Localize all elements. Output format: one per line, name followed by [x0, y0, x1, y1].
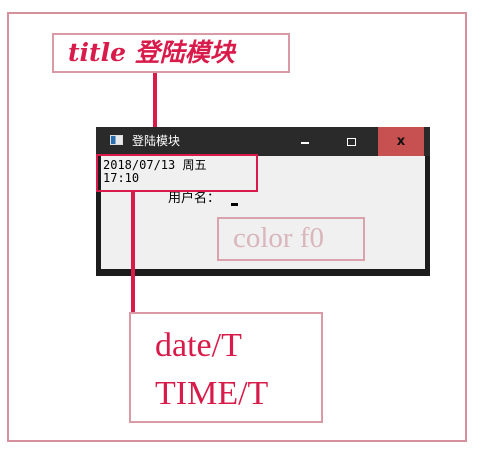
- title-connector: [153, 73, 157, 135]
- datetime-annotation-line1: date/T: [155, 327, 242, 364]
- datetime-highlight: [96, 154, 258, 192]
- minimize-button[interactable]: [282, 127, 328, 156]
- maximize-button[interactable]: [328, 127, 374, 156]
- app-icon: [110, 135, 123, 145]
- maximize-icon: [346, 138, 356, 146]
- datetime-connector: [131, 190, 135, 313]
- minimize-icon: [301, 142, 309, 144]
- datetime-annotation: date/T TIME/T: [129, 312, 323, 423]
- text-cursor[interactable]: [231, 203, 238, 206]
- title-bar[interactable]: 登陆模块 x: [96, 127, 430, 156]
- title-annotation: title 登陆模块: [52, 33, 290, 73]
- color-annotation: color f0: [217, 217, 365, 261]
- username-label: 用户名：: [168, 191, 221, 206]
- close-button[interactable]: x: [378, 127, 424, 156]
- datetime-annotation-line2: TIME/T: [155, 375, 269, 412]
- window-title: 登陆模块: [132, 134, 181, 148]
